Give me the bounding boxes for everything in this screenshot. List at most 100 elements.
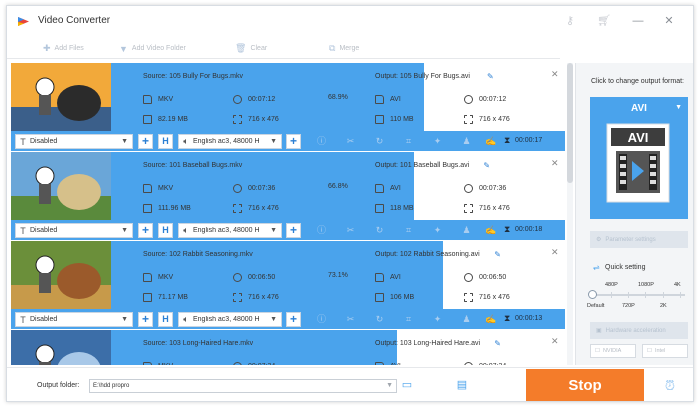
add-subtitle-button[interactable]: +	[138, 223, 153, 238]
conversion-progress-bar	[111, 330, 397, 365]
nvidia-checkbox[interactable]: ☐ NVIDIA	[590, 344, 636, 358]
clock-icon	[233, 95, 242, 104]
conversion-item[interactable]: Source: 103 Long-Haired Hare.mkv Output:…	[11, 330, 565, 365]
remove-item-icon[interactable]: ✕	[551, 158, 559, 169]
rotate-icon[interactable]: ↻	[374, 225, 385, 236]
rotate-icon[interactable]: ↻	[374, 136, 385, 147]
parameter-settings-button[interactable]: ⚙︎ Parameter settings	[590, 231, 688, 248]
minimize-icon[interactable]: —	[630, 14, 646, 28]
info-icon[interactable]: ⓘ	[316, 136, 327, 147]
scrollbar-thumb[interactable]	[567, 63, 573, 183]
browse-folder-icon[interactable]: ▭	[400, 380, 414, 391]
source-resolution-value: 716 x 476	[248, 294, 279, 301]
text-icon: T	[20, 136, 26, 147]
hdr-button[interactable]: H	[158, 223, 173, 238]
video-thumbnail[interactable]	[11, 152, 111, 220]
hdr-button[interactable]: H	[158, 312, 173, 327]
audio-track-value: English ac3, 48000 H	[193, 138, 260, 145]
add-files-button[interactable]: ✚ Add Files	[43, 43, 84, 54]
hdr-button[interactable]: H	[158, 134, 173, 149]
crop-icon[interactable]: ⌗	[403, 136, 414, 147]
info-icon[interactable]: ⓘ	[316, 225, 327, 236]
remove-item-icon[interactable]: ✕	[551, 336, 559, 347]
intel-checkbox[interactable]: ☐ Intel	[642, 344, 688, 358]
close-icon[interactable]: ✕	[661, 14, 677, 28]
source-format: MKV	[143, 273, 173, 282]
edit-filename-icon[interactable]: ✎	[494, 339, 501, 348]
add-video-folder-label: Add Video Folder	[131, 45, 186, 52]
bottom-bar: Output folder: E:\hdd propro ▼ ▭ ▤ Stop …	[7, 367, 693, 401]
title-bar: Video Converter ⚷ 🛒︎ — ✕	[7, 6, 693, 36]
open-folder-icon[interactable]: ▤	[455, 380, 469, 391]
folder-icon	[143, 204, 152, 213]
add-subtitle-button[interactable]: +	[138, 312, 153, 327]
hardware-acceleration-button[interactable]: ▣ Hardware acceleration	[590, 322, 688, 339]
output-resolution: 716 x 476	[464, 293, 510, 302]
effects-wand-icon[interactable]: ✦	[432, 136, 443, 147]
quality-slider-track[interactable]	[593, 294, 685, 296]
quality-slider-knob[interactable]	[588, 290, 597, 299]
subtitle-dropdown[interactable]: T Disabled ▼	[15, 223, 133, 238]
watermark-icon[interactable]: ♟	[461, 314, 472, 325]
subtitle-value: Disabled	[30, 138, 58, 145]
audio-track-dropdown[interactable]: 🔈︎ English ac3, 48000 H ▼	[178, 312, 282, 327]
sliders-icon: ⚙︎	[596, 237, 602, 243]
watermark-icon[interactable]: ♟	[461, 225, 472, 236]
edit-icon[interactable]: ✍	[485, 136, 496, 147]
list-scrollbar[interactable]	[567, 63, 573, 365]
video-thumbnail[interactable]	[11, 330, 111, 365]
alarm-clock-icon[interactable]: ⏰︎	[662, 378, 678, 394]
scissors-icon[interactable]: ✂	[345, 136, 356, 147]
cart-icon[interactable]: 🛒︎	[597, 15, 611, 28]
file-icon	[143, 273, 152, 282]
key-icon[interactable]: ⚷	[563, 15, 577, 28]
source-duration: 00:06:50	[233, 273, 275, 282]
output-format: AVI	[375, 184, 401, 193]
video-thumbnail[interactable]	[11, 241, 111, 309]
chevron-down-icon: ▼	[270, 138, 277, 145]
edit-icon[interactable]: ✍	[485, 314, 496, 325]
merge-button[interactable]: ⧉ Merge	[329, 43, 359, 54]
add-audio-button[interactable]: +	[286, 223, 301, 238]
add-subtitle-button[interactable]: +	[138, 134, 153, 149]
remove-item-icon[interactable]: ✕	[551, 247, 559, 258]
edit-filename-icon[interactable]: ✎	[483, 161, 490, 170]
scissors-icon[interactable]: ✂	[345, 314, 356, 325]
crop-icon[interactable]: ⌗	[403, 225, 414, 236]
remove-item-icon[interactable]: ✕	[551, 69, 559, 80]
quick-setting-icon: ⇌	[593, 263, 600, 272]
output-format-value: AVI	[390, 185, 401, 192]
video-thumbnail[interactable]	[11, 63, 111, 131]
source-duration: 00:07:36	[233, 184, 275, 193]
watermark-icon[interactable]: ♟	[461, 136, 472, 147]
effects-wand-icon[interactable]: ✦	[432, 314, 443, 325]
subtitle-dropdown[interactable]: T Disabled ▼	[15, 134, 133, 149]
clear-button[interactable]: 🗑︎ Clear	[235, 43, 267, 54]
add-audio-button[interactable]: +	[286, 134, 301, 149]
conversion-item[interactable]: Source: 101 Baseball Bugs.mkv Output: 10…	[11, 152, 565, 241]
elapsed-time: 00:00:17	[515, 137, 543, 144]
chevron-down-icon[interactable]: ▼	[386, 380, 393, 392]
edit-filename-icon[interactable]: ✎	[487, 72, 494, 81]
conversion-item[interactable]: Source: 105 Bully For Bugs.mkv Output: 1…	[11, 63, 565, 152]
elapsed-time: 00:00:18	[515, 226, 543, 233]
output-folder-input[interactable]: E:\hdd propro ▼	[89, 379, 397, 393]
edit-filename-icon[interactable]: ✎	[494, 250, 501, 259]
edit-icon[interactable]: ✍	[485, 225, 496, 236]
item-details: Source: 103 Long-Haired Hare.mkv Output:…	[111, 330, 565, 365]
scissors-icon[interactable]: ✂	[345, 225, 356, 236]
conversion-item[interactable]: Source: 102 Rabbit Seasoning.mkv Output:…	[11, 241, 565, 330]
audio-track-dropdown[interactable]: 🔈︎ English ac3, 48000 H ▼	[178, 134, 282, 149]
info-icon[interactable]: ⓘ	[316, 314, 327, 325]
audio-track-dropdown[interactable]: 🔈︎ English ac3, 48000 H ▼	[178, 223, 282, 238]
add-video-folder-button[interactable]: ▼ Add Video Folder	[119, 43, 186, 54]
add-audio-button[interactable]: +	[286, 312, 301, 327]
speaker-icon: 🔈︎	[183, 136, 189, 146]
crop-icon[interactable]: ⌗	[403, 314, 414, 325]
effects-wand-icon[interactable]: ✦	[432, 225, 443, 236]
stop-button[interactable]: Stop	[526, 369, 644, 401]
rotate-icon[interactable]: ↻	[374, 314, 385, 325]
subtitle-dropdown[interactable]: T Disabled ▼	[15, 312, 133, 327]
format-caret-icon: ▼	[675, 104, 682, 111]
output-format-selector[interactable]: AVI ▼ AVI	[590, 97, 688, 219]
